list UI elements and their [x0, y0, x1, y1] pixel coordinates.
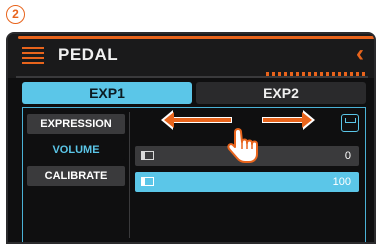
- panel-divider: [129, 112, 130, 238]
- tab-exp2[interactable]: EXP2: [196, 82, 366, 104]
- save-icon[interactable]: [341, 114, 359, 132]
- header-accent-line-right: [126, 36, 374, 39]
- header-divider: [16, 76, 368, 78]
- pedal-settings-window: PEDAL ‹ EXP1 EXP2 EXPRESSION VOLUME CALI…: [6, 32, 376, 244]
- volume-max-slider-row[interactable]: 100: [135, 172, 359, 192]
- pedal-down-icon: [141, 177, 154, 186]
- menu-item-expression[interactable]: EXPRESSION: [27, 114, 125, 134]
- volume-max-value: 100: [332, 176, 351, 188]
- arrow-left-icon: [161, 110, 232, 130]
- pedal-menu-icon: [22, 47, 44, 65]
- function-menu: EXPRESSION VOLUME CALIBRATE: [27, 114, 125, 192]
- header-bar: PEDAL ‹: [8, 34, 374, 78]
- pointing-hand-icon: [227, 128, 258, 163]
- volume-min-value: 0: [344, 150, 351, 162]
- header-accent-line: [18, 36, 128, 39]
- menu-item-calibrate[interactable]: CALIBRATE: [27, 166, 125, 186]
- tab-exp1[interactable]: EXP1: [22, 82, 192, 104]
- menu-item-volume[interactable]: VOLUME: [27, 140, 125, 160]
- back-chevron-icon[interactable]: ‹: [356, 42, 364, 66]
- page-title: PEDAL: [58, 45, 119, 64]
- pedal-up-icon: [141, 151, 154, 160]
- step-number-marker: 2: [6, 4, 26, 24]
- arrow-right-icon: [262, 110, 315, 130]
